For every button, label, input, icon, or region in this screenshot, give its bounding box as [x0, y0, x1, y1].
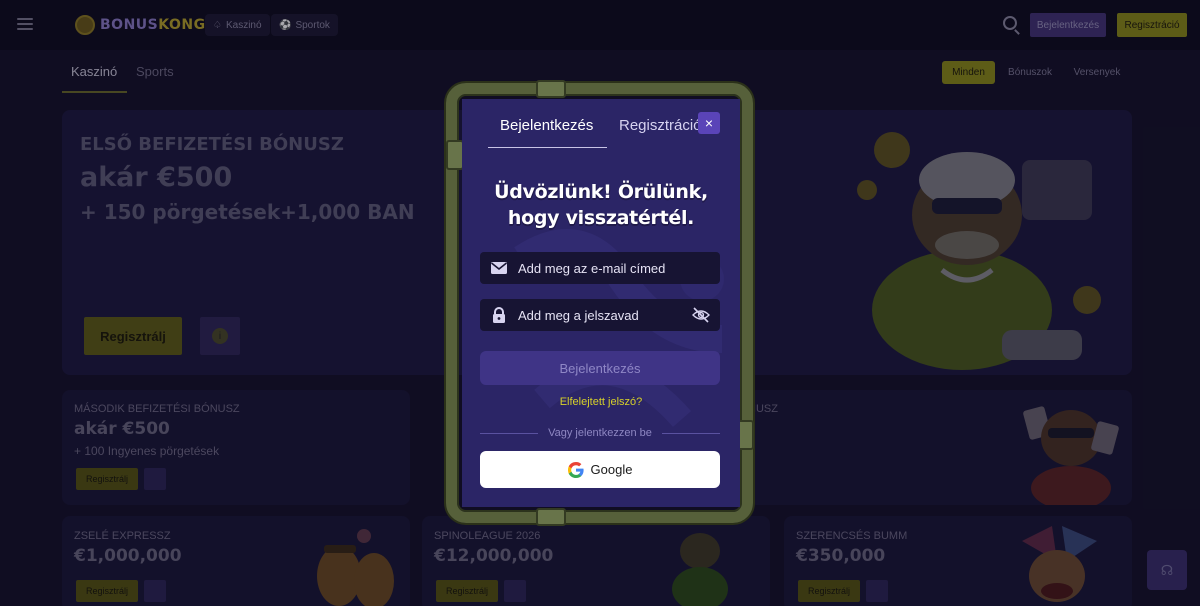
email-field[interactable]	[480, 252, 720, 284]
welcome-line-2: hogy visszatértél.	[507, 207, 695, 229]
divider-label: Vagy jelentkezzen be	[548, 427, 652, 439]
welcome-line-1: Üdvözlünk! Örülünk,	[494, 181, 708, 203]
google-icon	[567, 461, 584, 478]
welcome-heading: Üdvözlünk! Örülünk, hogy visszatértél.	[462, 179, 740, 231]
envelope-icon	[491, 262, 507, 274]
tab-login[interactable]: Bejelentkezés	[500, 117, 593, 134]
forgot-password-link[interactable]: Elfelejtett jelszó?	[462, 396, 740, 408]
password-field[interactable]	[480, 299, 720, 331]
google-button-label: Google	[590, 462, 633, 477]
email-input[interactable]	[518, 252, 698, 284]
password-input[interactable]	[518, 299, 698, 331]
google-login-button[interactable]: Google	[480, 451, 720, 488]
close-icon: ×	[704, 115, 714, 131]
eye-off-icon[interactable]	[692, 307, 710, 323]
login-modal: Bejelentkezés Regisztráció × Üdvözlünk! …	[462, 99, 740, 507]
divider: Vagy jelentkezzen be	[480, 426, 721, 440]
login-submit-button[interactable]: Bejelentkezés	[480, 351, 720, 385]
lock-icon	[493, 307, 505, 323]
tab-register[interactable]: Regisztráció	[619, 117, 702, 134]
pipe-joint	[536, 80, 566, 98]
close-button[interactable]: ×	[698, 112, 720, 134]
active-tab-indicator	[488, 147, 607, 148]
pipe-joint	[536, 508, 566, 526]
